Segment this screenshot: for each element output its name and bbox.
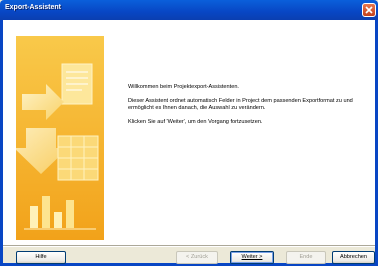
welcome-text: Willkommen beim Projektexport-Assistente…: [128, 84, 239, 90]
finish-button[interactable]: Ende: [286, 251, 326, 264]
next-button-label: Weiter >: [241, 254, 263, 260]
title-bar[interactable]: Export-Assistent: [0, 0, 378, 20]
help-button[interactable]: Hilfe: [16, 251, 66, 264]
help-button-label: Hilfe: [35, 254, 47, 260]
wizard-banner-image: [14, 36, 104, 240]
back-button[interactable]: < Zurück: [176, 251, 218, 264]
close-button[interactable]: [362, 3, 376, 17]
cancel-button[interactable]: Abbrechen: [332, 251, 375, 264]
window-title: Export-Assistent: [5, 4, 62, 11]
button-separator: [3, 245, 375, 247]
next-button[interactable]: Weiter >: [230, 251, 274, 264]
back-button-label: < Zurück: [186, 254, 208, 260]
cancel-button-label: Abbrechen: [339, 254, 368, 260]
instruction-text: Klicken Sie auf 'Weiter', um den Vorgang…: [128, 119, 263, 125]
description-text: Dieser Assistent ordnet automatisch Feld…: [128, 98, 353, 111]
export-arrows-illustration: [14, 36, 104, 240]
wizard-description: Willkommen beim Projektexport-Assistente…: [128, 84, 368, 133]
finish-button-label: Ende: [299, 254, 313, 260]
close-icon: [365, 6, 373, 14]
